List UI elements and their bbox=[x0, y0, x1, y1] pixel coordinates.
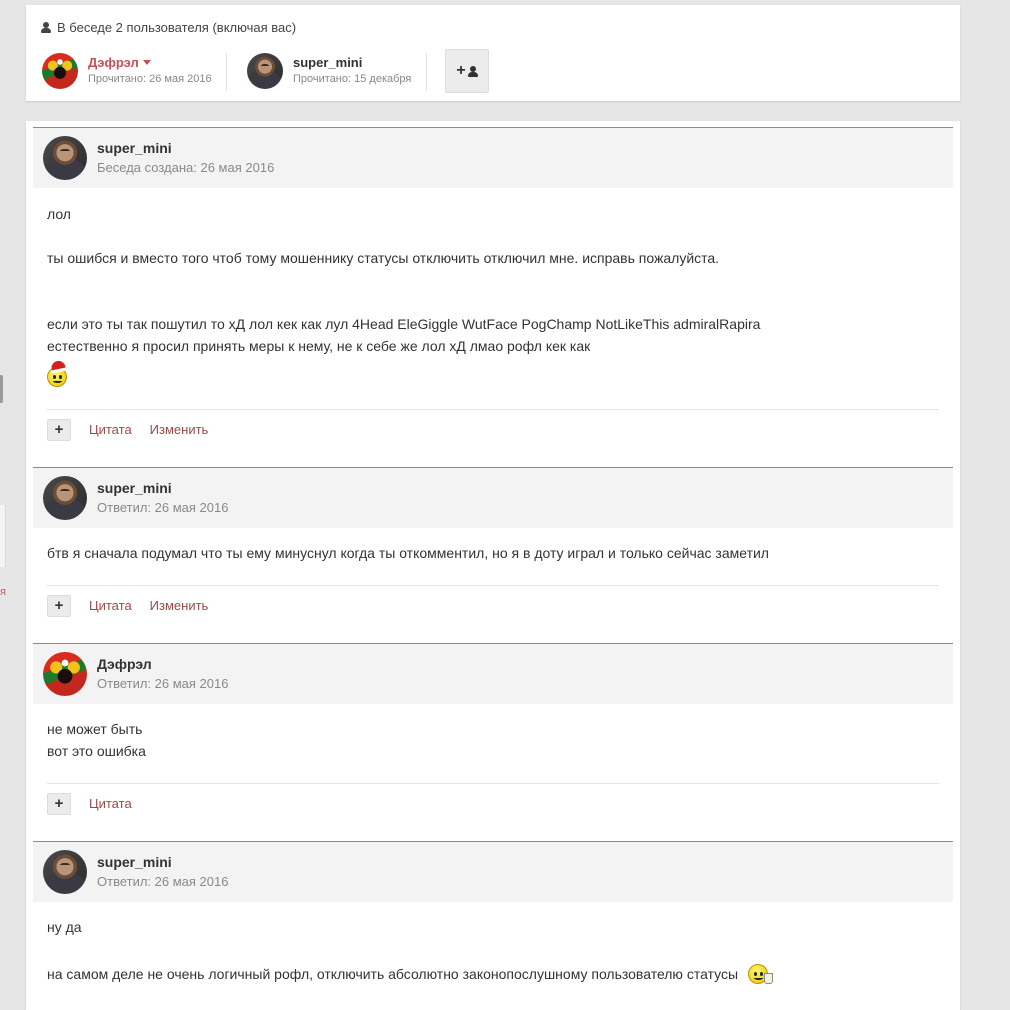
sidebar-toggle-tab[interactable] bbox=[0, 375, 3, 403]
post-author[interactable]: super_mini bbox=[97, 478, 228, 498]
user-icon bbox=[41, 22, 51, 33]
post-text-line: на самом деле не очень логичный рофл, от… bbox=[47, 966, 739, 982]
edit-link[interactable]: Изменить bbox=[150, 422, 209, 437]
post-text-line-with-emoji: на самом деле не очень логичный рофл, от… bbox=[47, 963, 939, 985]
post: super_mini Ответил: 26 мая 2016 ну да на… bbox=[33, 841, 953, 1010]
post: super_mini Беседа создана: 26 мая 2016 л… bbox=[33, 127, 953, 467]
add-participant-button[interactable]: + bbox=[445, 49, 489, 93]
participants-card: В беседе 2 пользователя (включая вас) Дэ… bbox=[26, 5, 960, 101]
participant-item[interactable]: Дэфрэл Прочитано: 26 мая 2016 bbox=[42, 53, 212, 89]
plus-icon: + bbox=[456, 62, 466, 79]
avatar[interactable] bbox=[247, 53, 283, 89]
post-text-line: если это ты так пошутил то хД лол кек ка… bbox=[47, 316, 761, 332]
divider bbox=[426, 53, 427, 91]
reputation-plus-button[interactable]: + bbox=[47, 418, 71, 441]
post-header: super_mini Ответил: 26 мая 2016 bbox=[33, 841, 953, 902]
quote-link[interactable]: Цитата bbox=[89, 796, 132, 811]
post: super_mini Ответил: 26 мая 2016 бтв я сн… bbox=[33, 467, 953, 643]
sidebar-text-fragment: я bbox=[0, 586, 6, 598]
reputation-plus-button[interactable]: + bbox=[47, 792, 71, 815]
quote-link[interactable]: Цитата bbox=[89, 598, 132, 613]
post-header: Дэфрэл Ответил: 26 мая 2016 bbox=[33, 643, 953, 704]
divider bbox=[226, 53, 227, 91]
participant-read-status: Прочитано: 26 мая 2016 bbox=[88, 73, 212, 85]
participant-name[interactable]: super_mini bbox=[293, 55, 411, 71]
post-header: super_mini Ответил: 26 мая 2016 bbox=[33, 467, 953, 528]
sidebar-panel-fragment bbox=[0, 505, 6, 567]
post-actions: + Цитата bbox=[47, 783, 939, 823]
chevron-down-icon[interactable] bbox=[142, 60, 151, 65]
participants-header: В беседе 2 пользователя (включая вас) bbox=[41, 20, 296, 35]
post-content: бтв я сначала подумал что ты ему минусну… bbox=[33, 528, 953, 564]
post-text-line: ну да bbox=[47, 919, 82, 935]
participant-read-status: Прочитано: 15 декабря bbox=[293, 73, 412, 85]
post-text-line: лол bbox=[47, 206, 71, 222]
post-text-line: не может быть bbox=[47, 721, 143, 737]
post-header: super_mini Беседа создана: 26 мая 2016 bbox=[33, 127, 953, 188]
avatar[interactable] bbox=[42, 53, 78, 89]
post-text-line: бтв я сначала подумал что ты ему минусну… bbox=[47, 545, 769, 561]
posts-panel: super_mini Беседа создана: 26 мая 2016 л… bbox=[26, 121, 960, 1010]
post-date: Ответил: 26 мая 2016 bbox=[97, 874, 229, 889]
user-icon bbox=[467, 65, 478, 77]
post-text-line: естественно я просил принять меры к нему… bbox=[47, 338, 591, 354]
avatar[interactable] bbox=[43, 476, 87, 520]
santa-smiley-icon bbox=[47, 359, 67, 387]
post-text-line: вот это ошибка bbox=[47, 743, 146, 759]
participant-name[interactable]: Дэфрэл bbox=[88, 55, 139, 70]
tea-smiley-icon bbox=[748, 964, 774, 984]
post-author[interactable]: super_mini bbox=[97, 138, 274, 158]
post-actions: + Цитата Изменить bbox=[47, 585, 939, 625]
post-content: ну да на самом деле не очень логичный ро… bbox=[33, 902, 953, 985]
post-actions: + Цитата Изменить bbox=[47, 409, 939, 449]
post-content: не может быть вот это ошибка bbox=[33, 704, 953, 762]
post-date: Ответил: 26 мая 2016 bbox=[97, 500, 229, 515]
edit-link[interactable]: Изменить bbox=[150, 598, 209, 613]
post-date: Беседа создана: 26 мая 2016 bbox=[97, 160, 275, 175]
post-content: лол ты ошибся и вместо того чтоб тому мо… bbox=[33, 188, 953, 387]
post-author[interactable]: super_mini bbox=[97, 852, 228, 872]
post-author[interactable]: Дэфрэл bbox=[97, 654, 228, 674]
avatar[interactable] bbox=[43, 652, 87, 696]
quote-link[interactable]: Цитата bbox=[89, 422, 132, 437]
avatar[interactable] bbox=[43, 136, 87, 180]
participants-count-label: В беседе 2 пользователя (включая вас) bbox=[57, 20, 297, 35]
post-date: Ответил: 26 мая 2016 bbox=[97, 676, 229, 691]
participant-name-menu[interactable]: Дэфрэл bbox=[88, 55, 212, 71]
left-sidebar-edge: я bbox=[0, 0, 6, 1010]
reputation-plus-button[interactable]: + bbox=[47, 594, 71, 617]
participant-item[interactable]: super_mini Прочитано: 15 декабря bbox=[247, 53, 411, 89]
avatar[interactable] bbox=[43, 850, 87, 894]
post-text-line: ты ошибся и вместо того чтоб тому мошенн… bbox=[47, 250, 720, 266]
post: Дэфрэл Ответил: 26 мая 2016 не может быт… bbox=[33, 643, 953, 841]
